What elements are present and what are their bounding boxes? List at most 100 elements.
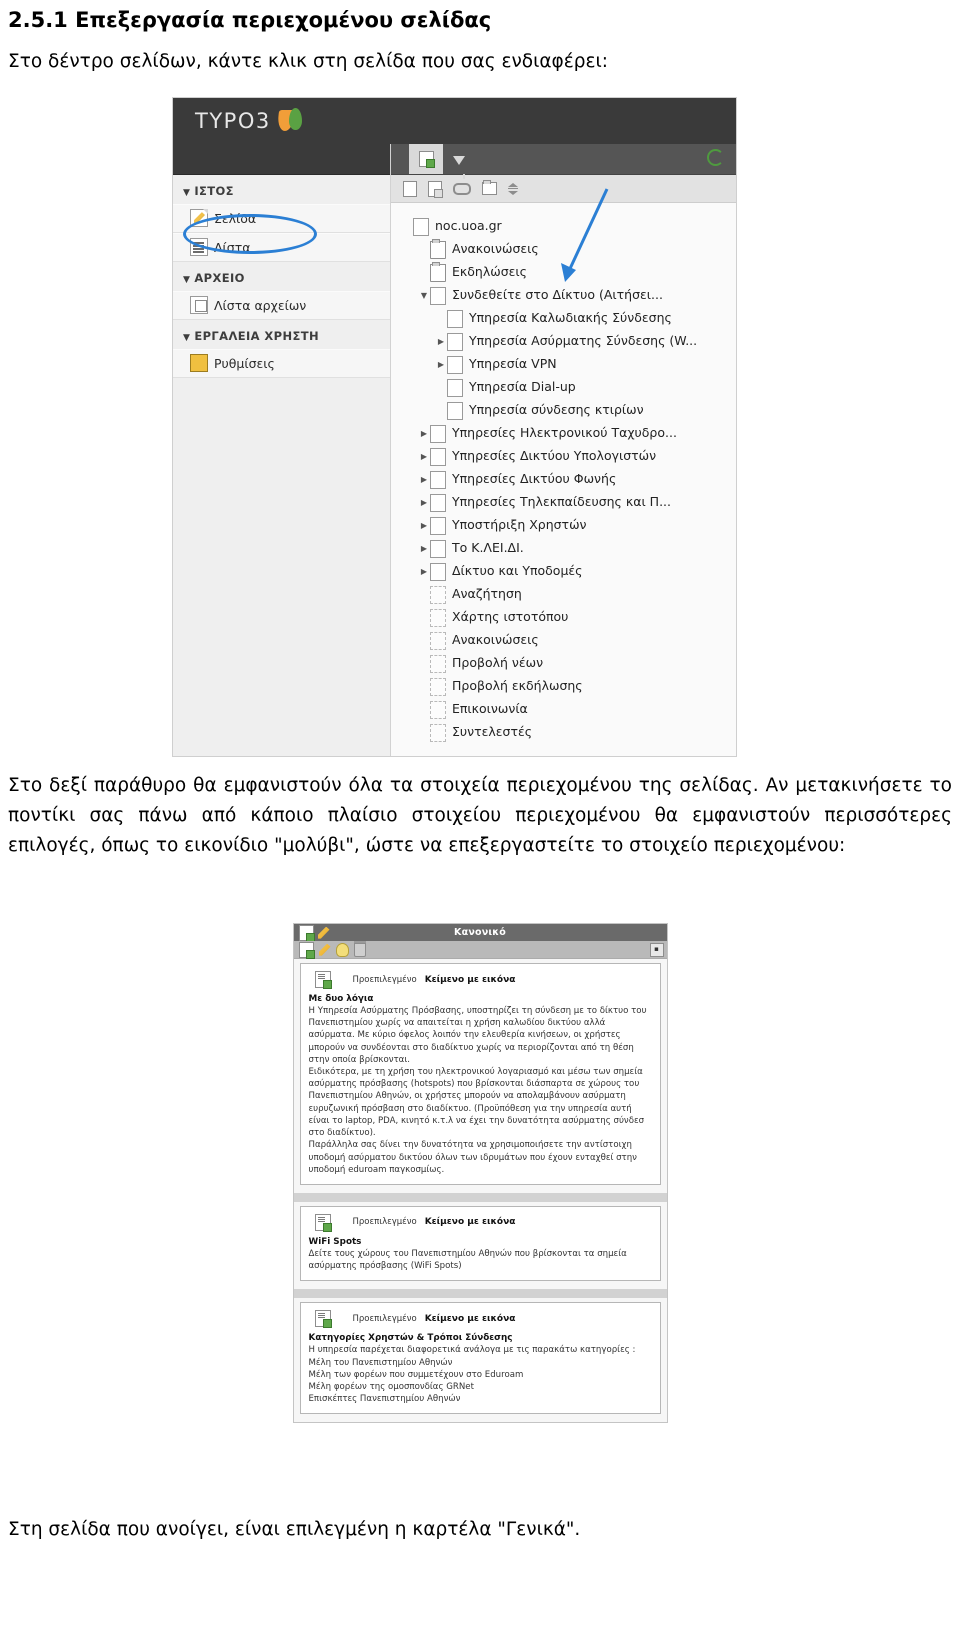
page-tree-node[interactable]: Χάρτης ιστοτόπου xyxy=(391,606,736,629)
page-tree-node[interactable]: ▼ Συνδεθείτε στο Δίκτυο (Αιτήσει... xyxy=(391,284,736,307)
page-tree-node[interactable]: noc.uoa.gr xyxy=(391,215,736,238)
new-page-icon[interactable] xyxy=(403,180,417,197)
page-icon xyxy=(430,585,446,604)
tree-toolbar xyxy=(391,175,736,204)
page-tree-node-label: Εκδηλώσεις xyxy=(452,264,527,280)
content-type-name: Κείμενο με εικόνα xyxy=(424,974,516,985)
sidebar-item-settings[interactable]: Ρυθμίσεις xyxy=(173,349,390,379)
new-page-icon[interactable] xyxy=(409,144,443,175)
page-tree-node[interactable]: Προβολή νέων xyxy=(391,652,736,675)
sidebar-item-page[interactable]: Σελίδα xyxy=(173,204,390,234)
settings-module-icon xyxy=(190,354,208,373)
page-icon xyxy=(447,401,463,420)
page-tree-node[interactable]: Εκδηλώσεις xyxy=(391,261,736,284)
hide-bulb-icon[interactable] xyxy=(335,942,349,957)
refresh-icon[interactable] xyxy=(707,148,724,170)
typo3-logo-icon xyxy=(276,108,304,134)
typo3-body: ▼ ΙΣΤΟΣ Σελίδα Λίστα ▼ ΑΡΧΕΙΟ Λίστα αρχείω… xyxy=(173,144,736,757)
chevron-right-icon[interactable]: ▶ xyxy=(435,360,447,369)
page-tree-node-label: Υπηρεσίες Ηλεκτρονικού Ταχυδρο... xyxy=(452,425,677,441)
page-tree-panel: noc.uoa.gr Ανακοινώσεις Εκδηλώσεις ▼ Συνδεθε… xyxy=(391,144,736,757)
content-element-separator xyxy=(293,1289,667,1299)
typo3-wordmark: TYPO3 xyxy=(195,109,271,134)
page-tree-node[interactable]: ▶ Υπηρεσίες Δικτύου Υπολογιστών xyxy=(391,445,736,468)
sidebar-item-list[interactable]: Λίστα xyxy=(173,233,390,263)
content-element-card[interactable]: Προεπιλεγμένο Κείμενο με εικόνα Κατηγορίες… xyxy=(299,1302,661,1415)
content-elements-list: Προεπιλεγμένο Κείμενο με εικόνα Με δυο λόγ… xyxy=(293,963,667,1415)
page-tree-node[interactable]: ▶ Υπηρεσίες Δικτύου Φωνής xyxy=(391,468,736,491)
chevron-right-icon[interactable]: ▶ xyxy=(418,567,430,576)
page-tree-node[interactable]: Ανακοινώσεις xyxy=(391,238,736,261)
module-group-label: ΙΣΤΟΣ xyxy=(194,184,234,199)
delete-trash-icon[interactable] xyxy=(353,940,366,957)
content-element-card[interactable]: Προεπιλεγμένο Κείμενο με εικόνα WiFi Spots… xyxy=(299,1205,661,1282)
page-tree-node[interactable]: Ανακοινώσεις xyxy=(391,629,736,652)
page-tree-node[interactable]: ▶ Υπηρεσίες Ηλεκτρονικού Ταχυδρο... xyxy=(391,422,736,445)
filter-funnel-icon[interactable] xyxy=(453,150,465,179)
folder-icon xyxy=(430,261,446,282)
page-tree-node[interactable]: Συντελεστές xyxy=(391,721,736,744)
sort-updown-icon[interactable] xyxy=(508,182,518,196)
page-title: 2.5.1 Επεξεργασία περιεχομένου σελίδας xyxy=(8,8,492,32)
page-module-icon xyxy=(190,209,208,228)
page-tree-node-label: Υπηρεσία Ασύρματης Σύνδεσης (W... xyxy=(469,333,698,349)
content-type-default-label: Προεπιλεγμένο xyxy=(352,1217,417,1228)
chevron-right-icon[interactable]: ▶ xyxy=(418,544,430,553)
chevron-right-icon[interactable]: ▶ xyxy=(418,452,430,461)
page-tree-node[interactable]: Αναζήτηση xyxy=(391,583,736,606)
page-tree[interactable]: noc.uoa.gr Ανακοινώσεις Εκδηλώσεις ▼ Συνδεθε… xyxy=(391,188,736,757)
page-tree-node-label: Υποστήριξη Χρηστών xyxy=(452,517,587,533)
page-tree-node[interactable]: ▶ Το Κ.ΛΕΙ.ΔΙ. xyxy=(391,537,736,560)
link-icon[interactable] xyxy=(453,182,471,195)
chevron-down-icon[interactable]: ▼ xyxy=(418,291,430,300)
new-content-icon[interactable] xyxy=(298,941,315,959)
content-element-separator xyxy=(293,1192,667,1202)
chevron-right-icon[interactable]: ▶ xyxy=(418,498,430,507)
page-tree-node[interactable]: Επικοινωνία xyxy=(391,698,736,721)
module-sidebar: ▼ ΙΣΤΟΣ Σελίδα Λίστα ▼ ΑΡΧΕΙΟ Λίστα αρχείω… xyxy=(173,144,391,757)
sidebar-item-filelist[interactable]: Λίστα αρχείων xyxy=(173,291,390,321)
page-tree-node[interactable]: Υπηρεσία Καλωδιακής Σύνδεσης xyxy=(391,307,736,330)
new-page-here-icon[interactable] xyxy=(428,180,443,198)
page-tree-node-label: Υπηρεσία σύνδεσης κτιρίων xyxy=(469,402,644,418)
content-element-header: WiFi Spots xyxy=(308,1236,362,1247)
page-tree-node-label: Συντελεστές xyxy=(452,724,533,740)
page-icon xyxy=(430,654,446,673)
page-tree-node[interactable]: ▶ Δίκτυο και Υποδομές xyxy=(391,560,736,583)
page-tree-node[interactable]: ▶ Υπηρεσία Ασύρματης Σύνδεσης (W... xyxy=(391,330,736,353)
new-folder-icon[interactable] xyxy=(482,180,497,196)
page-tree-node[interactable]: Προβολή εκδήλωσης xyxy=(391,675,736,698)
sidebar-spacer xyxy=(173,144,390,176)
page-tree-node-label: Αναζήτηση xyxy=(452,586,522,602)
module-group-file[interactable]: ▼ ΑΡΧΕΙΟ xyxy=(173,262,390,292)
page-icon xyxy=(430,723,446,742)
page-icon xyxy=(447,309,463,328)
page-tree-node[interactable]: Υπηρεσία Dial-up xyxy=(391,376,736,399)
content-type-name: Κείμενο με εικόνα xyxy=(424,1313,516,1324)
module-group-usertools[interactable]: ▼ ΕΡΓΑΛΕΙΑ ΧΡΗΣΤΗ xyxy=(173,320,390,350)
content-element-text: Δείτε τους χώρους του Πανεπιστημίου Αθην… xyxy=(308,1248,627,1272)
chevron-right-icon[interactable]: ▶ xyxy=(418,475,430,484)
page-tree-node-label: noc.uoa.gr xyxy=(435,218,502,234)
content-element-card[interactable]: Προεπιλεγμένο Κείμενο με εικόνα Με δυο λόγ… xyxy=(299,963,661,1185)
chevron-right-icon[interactable]: ▶ xyxy=(418,429,430,438)
content-elements-screenshot: Κανονικό ▪ Προεπιλεγμένο Κείμενο με εικόν… xyxy=(292,923,668,1424)
content-element-text: Μέλη των φορέων που συμμετέχουν στο Edur… xyxy=(308,1369,524,1380)
chevron-right-icon[interactable]: ▶ xyxy=(418,521,430,530)
content-element-text: Μέλη φορέων της ομοσπονδίας GRNet xyxy=(308,1381,474,1392)
content-element-header: Κατηγορίες Χρηστών & Τρόποι Σύνδεσης xyxy=(308,1333,513,1344)
page-tree-node[interactable]: ▶ Υπηρεσία VPN xyxy=(391,353,736,376)
page-tree-node[interactable]: ▶ Υποστήριξη Χρηστών xyxy=(391,514,736,537)
page-tree-node-label: Προβολή εκδήλωσης xyxy=(452,678,583,694)
module-group-web[interactable]: ▼ ΙΣΤΟΣ xyxy=(173,175,390,205)
content-element-type-row: Προεπιλεγμένο Κείμενο με εικόνα xyxy=(309,971,652,990)
chevron-right-icon[interactable]: ▶ xyxy=(435,337,447,346)
page-icon xyxy=(430,493,446,512)
content-element-type-row: Προεπιλεγμένο Κείμενο με εικόνα xyxy=(309,1213,652,1232)
content-action-bar: ▪ xyxy=(293,940,667,960)
page-tree-node[interactable]: ▶ Υπηρεσίες Τηλεκπαίδευσης και Π... xyxy=(391,491,736,514)
page-tree-node[interactable]: Υπηρεσία σύνδεσης κτιρίων xyxy=(391,399,736,422)
collapse-button[interactable]: ▪ xyxy=(649,943,664,958)
module-group-label: ΑΡΧΕΙΟ xyxy=(194,271,245,286)
edit-pencil-icon[interactable] xyxy=(318,943,331,956)
